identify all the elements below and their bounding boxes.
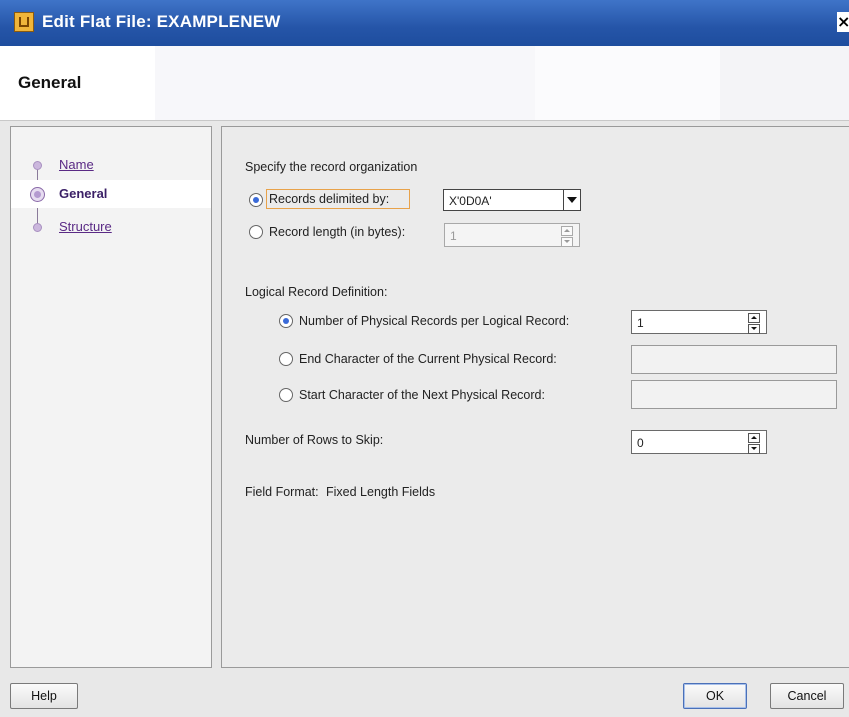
nav-item-general[interactable]: General: [11, 180, 211, 208]
nav-item-structure[interactable]: Structure: [11, 213, 211, 241]
rows-to-skip-label: Number of Rows to Skip:: [245, 433, 384, 447]
nav-item-label[interactable]: Structure: [59, 219, 112, 234]
end-character-label[interactable]: End Character of the Current Physical Re…: [299, 352, 557, 366]
ok-button[interactable]: OK: [683, 683, 747, 709]
page-title: General: [18, 73, 82, 92]
title-bar: Edit Flat File: EXAMPLENEW ×: [0, 0, 849, 46]
record-length-radio[interactable]: [249, 225, 263, 239]
end-character-radio[interactable]: [279, 352, 293, 366]
spinner-icon[interactable]: [748, 313, 760, 334]
close-icon[interactable]: ×: [837, 12, 849, 32]
physical-records-label[interactable]: Number of Physical Records per Logical R…: [299, 314, 569, 328]
start-character-radio[interactable]: [279, 388, 293, 402]
logical-record-heading: Logical Record Definition:: [245, 285, 388, 299]
step-dot-icon: [33, 223, 42, 232]
records-delimited-radio[interactable]: [249, 193, 263, 207]
delimiter-value: X'0D0A': [449, 194, 492, 208]
help-button[interactable]: Help: [10, 683, 78, 709]
chevron-down-icon[interactable]: [563, 190, 580, 210]
physical-records-stepper[interactable]: 1: [631, 310, 767, 334]
record-organization-heading: Specify the record organization: [245, 160, 418, 174]
nav-item-name[interactable]: Name: [11, 151, 211, 179]
field-format-label: Field Format:: [245, 485, 319, 499]
window-title: Edit Flat File: EXAMPLENEW: [42, 12, 281, 31]
step-dot-selected-icon: [30, 187, 45, 202]
field-format-value: Fixed Length Fields: [326, 485, 436, 499]
step-dot-icon: [33, 161, 42, 170]
general-settings-panel: Specify the record organization Records …: [221, 126, 849, 668]
end-character-field[interactable]: [631, 345, 837, 374]
rows-to-skip-stepper[interactable]: 0: [631, 430, 767, 454]
page-header: General: [0, 46, 849, 121]
record-length-label[interactable]: Record length (in bytes):: [269, 225, 405, 239]
record-length-stepper[interactable]: 1: [444, 223, 580, 247]
delimiter-dropdown[interactable]: X'0D0A': [443, 189, 581, 211]
spinner-icon[interactable]: [748, 433, 760, 454]
records-delimited-label[interactable]: Records delimited by:: [269, 192, 389, 206]
start-character-label[interactable]: Start Character of the Next Physical Rec…: [299, 388, 545, 402]
start-character-field[interactable]: [631, 380, 837, 409]
flat-file-icon: [14, 12, 34, 32]
spinner-icon[interactable]: [561, 226, 573, 247]
physical-records-radio[interactable]: [279, 314, 293, 328]
cancel-button[interactable]: Cancel: [770, 683, 844, 709]
nav-item-label[interactable]: Name: [59, 157, 94, 172]
wizard-navigation: Name General Structure: [10, 126, 212, 668]
nav-item-label: General: [59, 186, 108, 201]
